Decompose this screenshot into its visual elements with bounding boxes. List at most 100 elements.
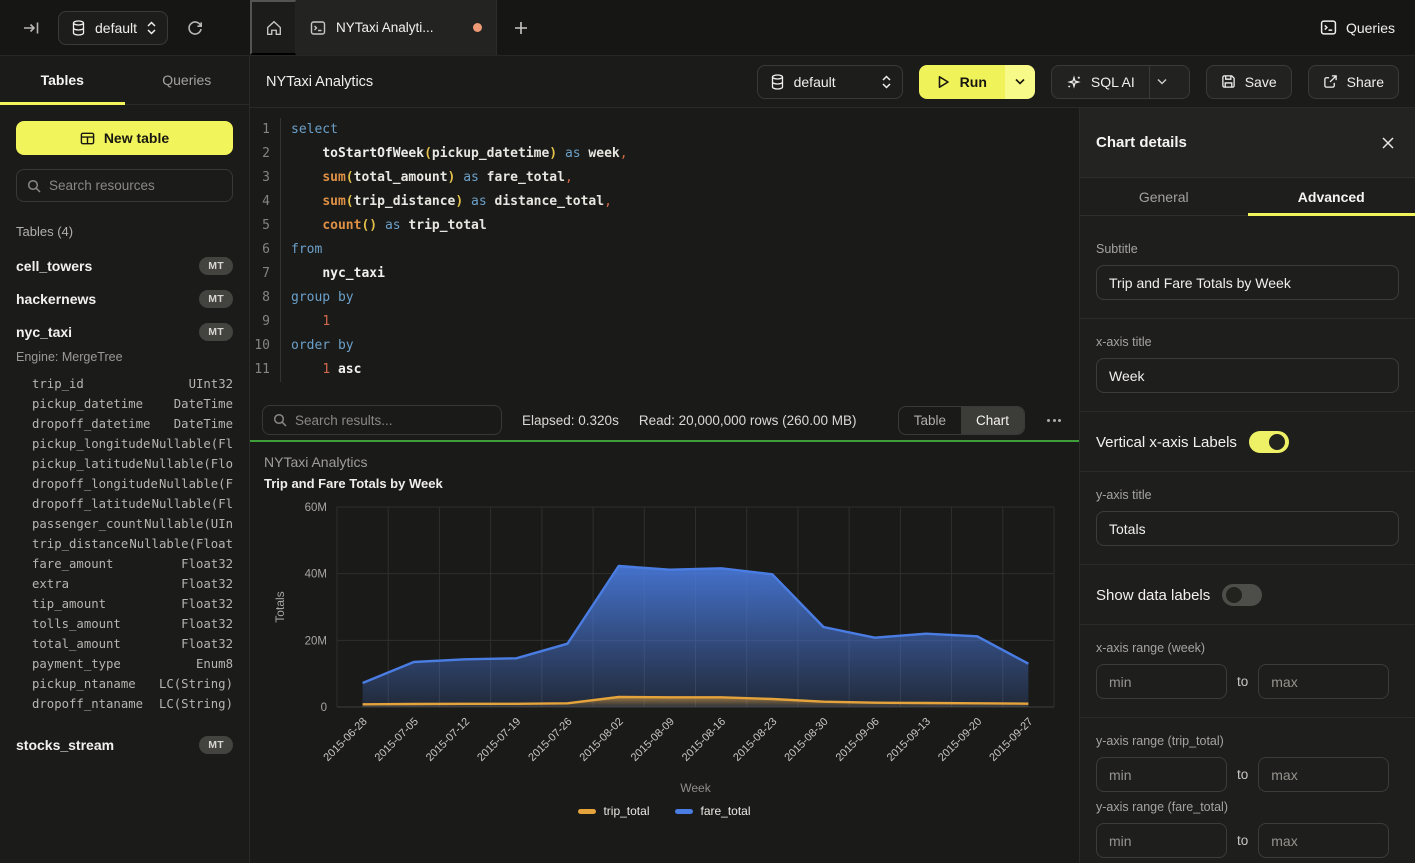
column-name: payment_type	[32, 657, 121, 671]
legend-item-trip_total[interactable]: trip_total	[578, 804, 649, 818]
line-content: nyc_taxi	[280, 262, 385, 286]
yaxis-range-trip-group: y-axis range (trip_total) to	[1096, 734, 1399, 792]
column-type: UInt32	[189, 377, 233, 391]
view-toggle-chart[interactable]: Chart	[961, 407, 1024, 434]
sidebar-tabs: Tables Queries	[0, 56, 249, 105]
panel-tab-general[interactable]: General	[1080, 178, 1248, 215]
query-header: NYTaxi Analytics default	[250, 56, 1415, 108]
new-table-button[interactable]: New table	[16, 121, 233, 155]
svg-text:2015-07-19: 2015-07-19	[475, 716, 523, 764]
legend-label: trip_total	[603, 804, 649, 818]
code-line-5: 5 count() as trip_total	[250, 214, 1079, 238]
sql-ai-label: SQL AI	[1091, 74, 1135, 90]
console-tab-icon	[310, 20, 326, 36]
svg-text:2015-07-05: 2015-07-05	[373, 716, 421, 764]
column-name: dropoff_latitude	[32, 497, 150, 511]
column-name: trip_distance	[32, 537, 128, 551]
divider	[1080, 318, 1415, 319]
column-name: fare_amount	[32, 557, 113, 571]
sql-ai-button[interactable]: SQL AI	[1051, 65, 1190, 99]
results-toolbar: Elapsed: 0.320s Read: 20,000,000 rows (2…	[250, 400, 1079, 442]
table-row-hackernews[interactable]: hackernewsMT	[0, 282, 249, 315]
queries-button[interactable]: Queries	[1320, 19, 1395, 36]
column-row-dropoff_datetime: dropoff_datetimeDateTime	[0, 414, 249, 434]
line-content: from	[280, 238, 322, 262]
legend-item-fare_total[interactable]: fare_total	[675, 804, 750, 818]
share-button[interactable]: Share	[1308, 65, 1399, 99]
data-labels-toggle[interactable]	[1222, 584, 1262, 606]
range-to-label: to	[1237, 833, 1248, 848]
collapse-sidebar-button[interactable]	[18, 15, 44, 41]
yaxis-range-fare-label: y-axis range (fare_total)	[1096, 800, 1399, 814]
table-name: hackernews	[16, 291, 199, 307]
run-button[interactable]: Run	[919, 65, 1005, 99]
tab-strip: NYTaxi Analyti...	[250, 0, 1320, 55]
svg-text:2015-08-30: 2015-08-30	[782, 716, 830, 764]
code-line-4: 4 sum(trip_distance) as distance_total,	[250, 190, 1079, 214]
column-name: total_amount	[32, 637, 121, 651]
xaxis-range-max-input[interactable]	[1258, 664, 1389, 699]
table-row-stocks_stream[interactable]: stocks_streamMT	[0, 728, 249, 761]
run-button-label: Run	[960, 74, 987, 90]
run-options-button[interactable]	[1005, 65, 1035, 99]
column-type: Enum8	[196, 657, 233, 671]
sql-editor[interactable]: 1select2 toStartOfWeek(pickup_datetime) …	[250, 108, 1079, 400]
refresh-button[interactable]	[182, 15, 208, 41]
sidebar-tab-tables[interactable]: Tables	[0, 56, 125, 104]
xaxis-range-min-input[interactable]	[1096, 664, 1227, 699]
left-sidebar: Tables Queries New table Tables (4) cell…	[0, 56, 250, 863]
xaxis-title-input[interactable]	[1096, 358, 1399, 393]
save-button[interactable]: Save	[1206, 65, 1292, 99]
column-type: DateTime	[174, 417, 233, 431]
results-search-input[interactable]	[295, 413, 491, 428]
vertical-labels-toggle[interactable]	[1249, 431, 1289, 453]
line-content: 1	[280, 310, 330, 334]
plus-icon	[514, 21, 528, 35]
table-engine-label: Engine: MergeTree	[0, 348, 249, 374]
share-button-label: Share	[1347, 74, 1384, 90]
line-content: sum(total_amount) as fare_total,	[280, 166, 573, 190]
column-type: Nullable(Flo	[144, 457, 233, 471]
column-type: Float32	[181, 557, 233, 571]
svg-text:2015-09-13: 2015-09-13	[885, 716, 933, 764]
table-row-nyc_taxi[interactable]: nyc_taxiMT	[0, 315, 249, 348]
tab-nytaxi-analytics[interactable]: NYTaxi Analyti...	[296, 0, 497, 55]
resource-search-input[interactable]	[49, 178, 226, 193]
line-number: 5	[250, 214, 280, 238]
yaxis-range-trip-min-input[interactable]	[1096, 757, 1227, 792]
line-content: count() as trip_total	[280, 214, 487, 238]
yaxis-title-field-label: y-axis title	[1096, 488, 1399, 502]
tables-section-label: Tables (4)	[0, 220, 249, 249]
subtitle-input[interactable]	[1096, 265, 1399, 300]
column-type: Float32	[181, 577, 233, 591]
column-row-dropoff_longitude: dropoff_longitudeNullable(F	[0, 474, 249, 494]
yaxis-range-fare-min-input[interactable]	[1096, 823, 1227, 858]
view-toggle-table[interactable]: Table	[899, 407, 961, 434]
sql-ai-options-button[interactable]	[1149, 66, 1175, 98]
topbar-right: Queries	[1320, 0, 1415, 55]
table-row-cell_towers[interactable]: cell_towersMT	[0, 249, 249, 282]
panel-form: Subtitle x-axis title Vertical x-axis La…	[1080, 216, 1415, 863]
query-database-selector[interactable]: default	[757, 65, 903, 99]
elapsed-stat: Elapsed: 0.320s	[522, 413, 619, 428]
panel-tab-advanced[interactable]: Advanced	[1248, 178, 1415, 215]
yaxis-range-trip-max-input[interactable]	[1258, 757, 1389, 792]
new-tab-button[interactable]	[497, 0, 545, 55]
sidebar-tab-queries[interactable]: Queries	[125, 56, 250, 104]
close-icon	[1381, 136, 1395, 150]
topbar-database-selector[interactable]: default	[58, 11, 168, 45]
column-name: dropoff_ntaname	[32, 697, 143, 711]
home-tab-button[interactable]	[250, 0, 296, 55]
results-more-button[interactable]	[1045, 415, 1067, 426]
panel-close-button[interactable]	[1377, 132, 1399, 154]
column-row-passenger_count: passenger_countNullable(UIn	[0, 514, 249, 534]
column-name: pickup_longitude	[32, 437, 150, 451]
save-icon	[1221, 74, 1236, 89]
yaxis-range-fare-max-input[interactable]	[1258, 823, 1389, 858]
yaxis-title-input[interactable]	[1096, 511, 1399, 546]
range-to-label: to	[1237, 674, 1248, 689]
svg-text:2015-09-27: 2015-09-27	[987, 716, 1035, 764]
content-row: 1select2 toStartOfWeek(pickup_datetime) …	[250, 108, 1415, 863]
share-icon	[1323, 74, 1338, 89]
column-name: tolls_amount	[32, 617, 121, 631]
